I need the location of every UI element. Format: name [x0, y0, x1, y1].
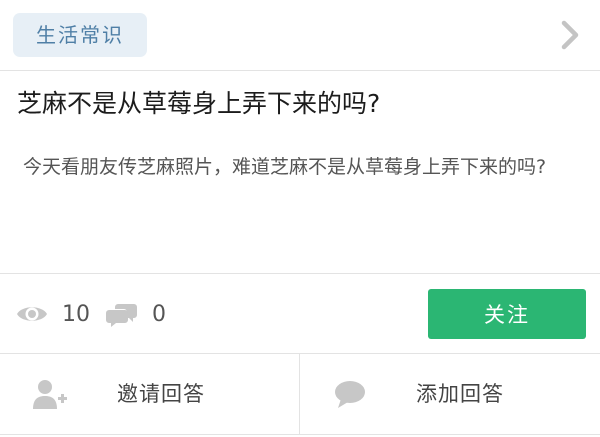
divider [0, 434, 600, 435]
view-count-value: 10 [62, 301, 90, 327]
action-separator [299, 354, 300, 434]
comment-count-value: 0 [152, 301, 166, 327]
comment-count: 0 [106, 275, 166, 353]
eye-icon [17, 307, 47, 321]
chevron-right-icon[interactable] [556, 19, 584, 51]
add-answer-button[interactable]: 添加回答 [300, 354, 599, 434]
invite-answer-button[interactable]: 邀请回答 [0, 354, 299, 434]
add-user-icon [33, 380, 67, 409]
category-tag[interactable]: 生活常识 [13, 13, 147, 57]
divider [0, 273, 600, 274]
comment-icon [335, 381, 365, 408]
invite-answer-label: 邀请回答 [117, 382, 205, 406]
chat-bubbles-icon [106, 304, 137, 327]
top-bar: 生活常识 [0, 0, 600, 70]
question-title: 芝麻不是从草莓身上弄下来的吗? [17, 89, 381, 118]
divider [0, 70, 600, 71]
follow-button[interactable]: 关注 [428, 289, 586, 339]
question-stats: 10 0 关注 [0, 275, 600, 353]
view-count: 10 [16, 275, 90, 353]
question-description: 今天看朋友传芝麻照片，难道芝麻不是从草莓身上弄下来的吗? [23, 156, 547, 178]
answer-actions: 邀请回答 添加回答 [0, 354, 600, 434]
add-answer-label: 添加回答 [416, 382, 504, 406]
